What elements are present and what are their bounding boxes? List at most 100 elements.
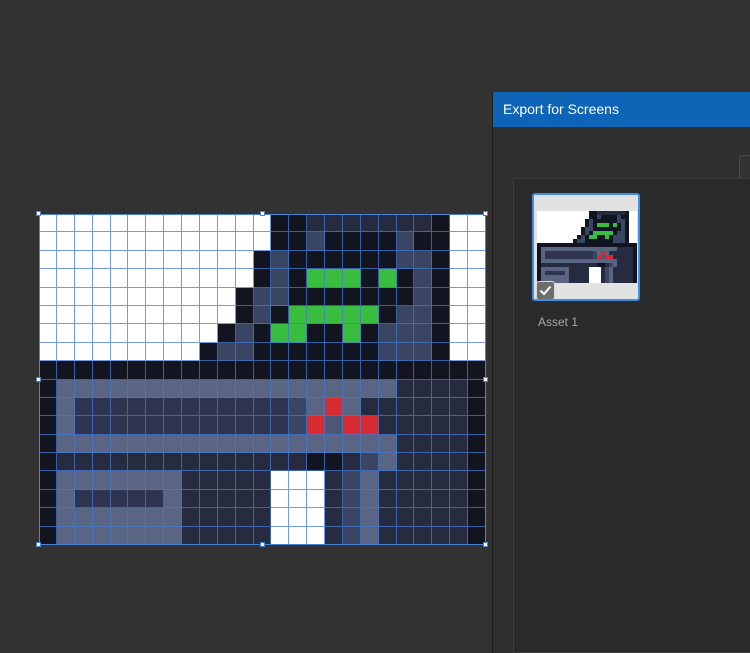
thumbnail-pixel	[593, 275, 598, 280]
pixel-cell	[289, 416, 308, 435]
pixel-cell	[396, 489, 415, 509]
pixel-cell	[271, 324, 290, 343]
thumbnail-pixel	[541, 223, 546, 228]
thumbnail-pixel	[577, 247, 582, 252]
resize-handle-top-middle[interactable]	[260, 211, 265, 216]
pixel-cell	[432, 489, 451, 509]
panel-tab[interactable]	[739, 155, 750, 179]
pixel-cell	[289, 397, 308, 417]
pixel-art-grid[interactable]	[39, 214, 486, 545]
thumbnail-pixel	[613, 231, 618, 236]
thumbnail-pixel	[537, 219, 542, 224]
pixel-cell	[342, 526, 361, 545]
pixel-cell	[468, 434, 486, 454]
thumbnail-pixel	[577, 223, 582, 228]
thumbnail-pixel	[625, 263, 630, 268]
pixel-cell	[342, 250, 361, 270]
pixel-cell	[182, 324, 200, 343]
thumbnail-pixel	[597, 211, 602, 216]
pixel-cell	[217, 379, 236, 398]
thumbnail-pixel	[625, 255, 630, 260]
thumbnail-pixel	[617, 251, 622, 256]
pixel-cell	[432, 250, 451, 270]
thumbnail-pixel	[573, 219, 578, 224]
thumbnail-pixel	[557, 275, 562, 280]
thumbnail-pixel	[613, 239, 618, 244]
thumbnail-pixel	[577, 267, 582, 272]
pixel-cell	[56, 342, 75, 362]
thumbnail-pixel	[621, 227, 626, 232]
pixel-cell	[128, 434, 147, 454]
pixel-cell	[199, 508, 218, 527]
thumbnail-pixel	[601, 231, 606, 236]
pixel-cell	[271, 305, 290, 325]
pixel-cell	[289, 526, 308, 545]
pixel-cell	[396, 526, 415, 545]
pixel-cell	[146, 232, 165, 251]
resize-handle-bottom-left[interactable]	[36, 542, 41, 547]
pixel-cell	[307, 269, 326, 288]
pixel-cell	[360, 508, 379, 527]
thumbnail-pixel	[545, 231, 550, 236]
thumbnail-pixel	[605, 279, 610, 283]
thumbnail-pixel	[597, 255, 602, 260]
panel-titlebar[interactable]: Export for Screens	[493, 92, 750, 127]
thumbnail-pixel	[621, 219, 626, 224]
pixel-cell	[360, 397, 379, 417]
pixel-cell	[56, 287, 75, 306]
pixel-cell	[128, 342, 147, 362]
thumbnail-pixel	[605, 211, 610, 216]
pixel-cell	[289, 471, 308, 490]
pixel-cell	[360, 489, 379, 509]
thumbnail-pixel	[621, 243, 626, 248]
thumbnail-pixel	[625, 235, 630, 240]
thumbnail-pixel	[549, 223, 554, 228]
resize-handle-middle-right[interactable]	[483, 377, 488, 382]
resize-handle-bottom-middle[interactable]	[260, 542, 265, 547]
thumbnail-pixel	[585, 271, 590, 276]
resize-handle-top-left[interactable]	[36, 211, 41, 216]
thumbnail-pixel	[549, 243, 554, 248]
pixel-cell	[74, 379, 93, 398]
thumbnail-pixel	[633, 223, 637, 228]
thumbnail-pixel	[545, 271, 550, 276]
thumbnail-pixel	[593, 235, 598, 240]
pixel-cell	[342, 361, 361, 380]
thumbnail-pixel	[625, 251, 630, 256]
resize-handle-middle-left[interactable]	[36, 377, 41, 382]
thumbnail-pixel	[633, 275, 637, 280]
asset-checkbox[interactable]	[536, 281, 555, 299]
pixel-cell	[342, 342, 361, 362]
pixel-cell	[199, 250, 218, 270]
pixel-cell	[378, 379, 397, 398]
thumbnail-pixel	[557, 255, 562, 260]
resize-handle-bottom-right[interactable]	[483, 542, 488, 547]
pixel-cell	[146, 416, 165, 435]
thumbnail-pixel	[573, 267, 578, 272]
thumbnail-pixel	[621, 251, 626, 256]
pixel-cell	[56, 471, 75, 490]
pixel-cell	[325, 232, 343, 251]
thumbnail-pixel	[557, 211, 562, 216]
pixel-cell	[110, 287, 129, 306]
pixel-cell	[199, 214, 218, 233]
thumbnail-pixel	[633, 247, 637, 252]
pixel-cell	[325, 361, 343, 380]
pixel-cell	[432, 324, 451, 343]
asset-thumbnail-card[interactable]	[532, 193, 640, 301]
thumbnail-pixel	[553, 215, 558, 220]
thumbnail-pixel	[561, 263, 566, 268]
pixel-cell	[432, 269, 451, 288]
resize-handle-top-right[interactable]	[483, 211, 488, 216]
thumbnail-pixel	[609, 259, 614, 264]
canvas-area[interactable]	[0, 0, 492, 653]
thumbnail-pixel	[569, 231, 574, 236]
thumbnail-pixel	[553, 211, 558, 216]
thumbnail-pixel	[617, 223, 622, 228]
thumbnail-pixel	[549, 227, 554, 232]
thumbnail-pixel	[557, 219, 562, 224]
artboard[interactable]	[36, 211, 488, 547]
thumbnail-pixel	[625, 219, 630, 224]
thumbnail-pixel	[589, 223, 594, 228]
pixel-cell	[271, 397, 290, 417]
